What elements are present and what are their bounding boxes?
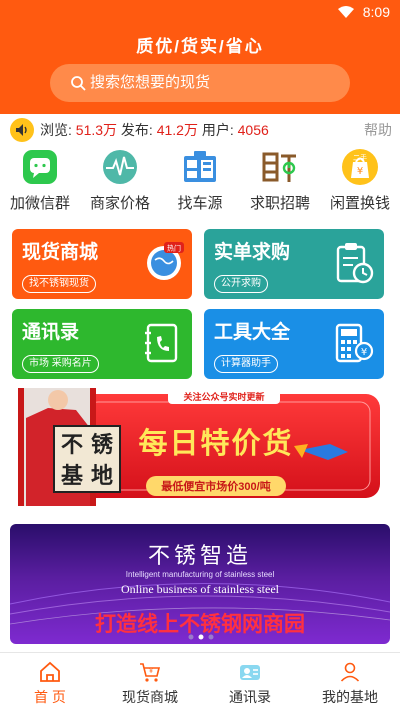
svg-text:¥: ¥ [357, 166, 363, 177]
card-spot-mall[interactable]: 现货商城 找不锈钢现货 热门 [12, 229, 192, 299]
card-tag: 计算器助手 [214, 355, 278, 373]
card-contacts[interactable]: 通讯录 市场 采购名片 [12, 309, 192, 379]
cart-icon: ¥ [140, 663, 161, 682]
header: 8:09 质优/货实/省心 搜索您想要的现货 [0, 0, 400, 114]
wechat-icon [23, 150, 57, 184]
truck-pin-icon [184, 151, 216, 182]
speaker-icon[interactable] [10, 118, 34, 142]
banner-logo-text: 不 锈 基 地 [56, 430, 118, 492]
help-link[interactable]: 帮助 [364, 120, 392, 140]
quick-label: 商家价格 [89, 195, 150, 212]
banner2-en-line1: Intelligent manufacturing of stainless s… [125, 570, 275, 579]
svg-text:¥: ¥ [361, 347, 367, 358]
browse-value: 51.3万 [75, 122, 118, 138]
quick-label: 加微信群 [9, 195, 70, 212]
bottom-tab-bar: 首 页 ¥ 现货商城 通讯录 我的基地 [0, 652, 400, 710]
status-bar: 8:09 [0, 0, 400, 26]
quick-item-recruitment[interactable]: 求职招聘 [240, 146, 320, 218]
banner-sub: 最低便宜市场价300/吨 [161, 481, 271, 493]
banner-daily-deals[interactable]: 关注公众号实时更新 不 锈 基 地 每日特价货 最低便宜市场价300/吨 [18, 388, 382, 506]
quick-item-secondhand[interactable]: 二手 ¥ 闲置换钱 [320, 146, 400, 218]
quick-item-merchant-price[interactable]: 商家价格 [80, 146, 160, 218]
search-input[interactable]: 搜索您想要的现货 [90, 64, 210, 102]
globe-badge-icon: 热门 [147, 242, 184, 280]
quick-label: 求职招聘 [249, 195, 310, 212]
hot-badge-text: 热门 [167, 244, 181, 253]
svg-text:¥: ¥ [149, 668, 153, 675]
banner2-title: 不锈智造 [147, 543, 252, 568]
tab-contacts[interactable]: 通讯录 [200, 653, 300, 710]
publish-value: 41.2万 [156, 122, 198, 138]
card-title: 实单求购 [214, 242, 291, 263]
home-icon [40, 661, 60, 682]
users-value: 4056 [237, 122, 269, 138]
quick-item-wechat-group[interactable]: 加微信群 [0, 146, 80, 218]
logo-char: 地 [90, 463, 113, 488]
status-time: 8:09 [362, 4, 390, 20]
banner-top-tag: 关注公众号实时更新 [183, 392, 265, 402]
stats-bar: 浏览: 51.3万 发布: 41.2万 用户: 4056 帮助 [0, 114, 400, 144]
tab-spot-mall[interactable]: ¥ 现货商城 [100, 653, 200, 710]
search-icon [71, 76, 86, 91]
card-title: 通讯录 [22, 322, 80, 343]
svg-text:二手: 二手 [353, 153, 367, 162]
clipboard-clock-icon [336, 243, 374, 284]
tab-label: 现货商城 [122, 689, 178, 705]
browse-label: 浏览: [40, 122, 72, 138]
users-label: 用户: [201, 122, 234, 138]
card-tag: 市场 采购名片 [22, 355, 99, 373]
logo-char: 不 [60, 432, 83, 457]
slogan: 质优/货实/省心 [136, 37, 264, 56]
carousel-dots[interactable] [186, 634, 216, 640]
app-page: 8:09 质优/货实/省心 搜索您想要的现货 浏览: 51.3万 发布: 41.… [0, 0, 400, 710]
logo-char: 基 [60, 463, 83, 488]
search-bar[interactable]: 搜索您想要的现货 [50, 64, 350, 102]
secondhand-bag-icon: 二手 ¥ [342, 149, 378, 185]
publish-label: 发布: [120, 122, 153, 138]
stats-text: 浏览: 51.3万 发布: 41.2万 用户: 4056 [40, 120, 269, 140]
tab-my-base[interactable]: 我的基地 [300, 653, 400, 710]
quick-label: 闲置换钱 [329, 195, 390, 212]
card-tag: 公开求购 [214, 275, 268, 293]
banner-stainless-park[interactable]: 不锈智造 Intelligent manufacturing of stainl… [10, 524, 390, 644]
tab-label: 首 页 [34, 689, 66, 705]
address-book-icon [145, 323, 178, 363]
card-title: 现货商城 [22, 242, 99, 263]
banner2-en-line2: Online business of stainless steel [121, 582, 279, 596]
calculator-clock-icon: ¥ [335, 323, 374, 363]
contacts-icon [240, 665, 260, 680]
user-icon [340, 662, 360, 682]
tab-home[interactable]: 首 页 [0, 653, 100, 710]
wifi-icon [338, 6, 354, 18]
recruit-icon [262, 152, 296, 182]
pulse-icon [103, 150, 137, 184]
card-purchase-request[interactable]: 实单求购 公开求购 [204, 229, 384, 299]
tab-label: 通讯录 [229, 689, 271, 705]
tab-label: 我的基地 [322, 689, 378, 705]
card-tools[interactable]: 工具大全 计算器助手 ¥ [204, 309, 384, 379]
card-tag: 找不锈钢现货 [22, 275, 96, 293]
quick-item-find-truck[interactable]: 找车源 [160, 146, 240, 218]
card-title: 工具大全 [214, 322, 291, 343]
banner-headline: 每日特价货 [138, 428, 294, 460]
quick-menu: 加微信群 商家价格 找车源 求职招聘 二手 ¥ 闲置换钱 [0, 146, 400, 218]
logo-char: 锈 [90, 432, 113, 457]
quick-label: 找车源 [177, 195, 223, 212]
